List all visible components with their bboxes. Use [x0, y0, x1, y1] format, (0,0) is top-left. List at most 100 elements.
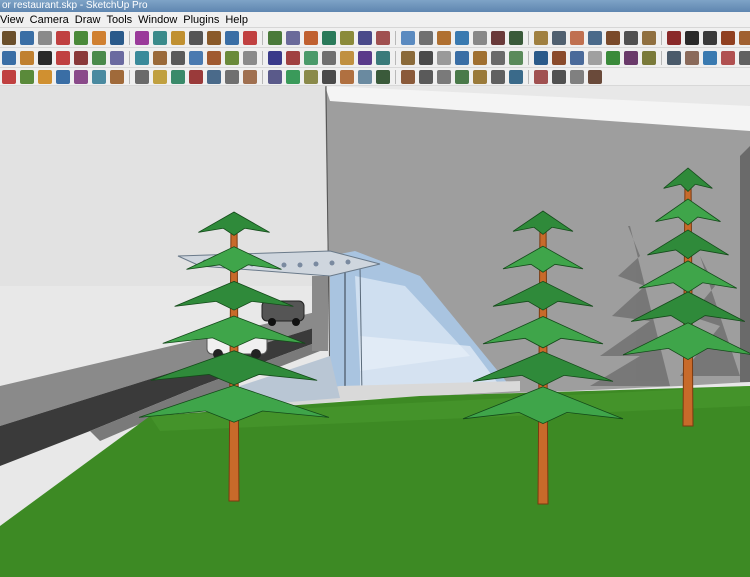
tool-icon[interactable] — [376, 50, 390, 65]
tool-icon[interactable] — [376, 30, 390, 45]
tool-icon[interactable] — [135, 69, 149, 84]
tool-icon[interactable] — [304, 69, 318, 84]
tool-icon[interactable] — [401, 50, 415, 65]
tool-icon[interactable] — [437, 69, 451, 84]
tool-icon[interactable] — [552, 69, 566, 84]
menu-view[interactable]: View — [0, 12, 29, 27]
menu-plugins[interactable]: Plugins — [182, 12, 224, 27]
tool-icon[interactable] — [739, 30, 750, 45]
tool-icon[interactable] — [570, 30, 584, 45]
tool-icon[interactable] — [419, 50, 433, 65]
tool-icon[interactable] — [534, 30, 548, 45]
tool-icon[interactable] — [491, 50, 505, 65]
tool-icon[interactable] — [243, 69, 257, 84]
tool-icon[interactable] — [703, 30, 717, 45]
tool-icon[interactable] — [92, 69, 106, 84]
tool-icon[interactable] — [268, 69, 282, 84]
tool-icon[interactable] — [509, 30, 523, 45]
tool-icon[interactable] — [20, 50, 34, 65]
tool-icon[interactable] — [286, 50, 300, 65]
tool-icon[interactable] — [171, 69, 185, 84]
tool-icon[interactable] — [401, 69, 415, 84]
tool-icon[interactable] — [473, 30, 487, 45]
tool-icon[interactable] — [437, 30, 451, 45]
menu-tools[interactable]: Tools — [105, 12, 137, 27]
tool-icon[interactable] — [243, 50, 257, 65]
tool-icon[interactable] — [642, 50, 656, 65]
tool-icon[interactable] — [721, 30, 735, 45]
tool-icon[interactable] — [135, 30, 149, 45]
tool-icon[interactable] — [171, 50, 185, 65]
tool-icon[interactable] — [473, 50, 487, 65]
tool-icon[interactable] — [38, 30, 52, 45]
tool-icon[interactable] — [56, 30, 70, 45]
tool-icon[interactable] — [509, 50, 523, 65]
tool-icon[interactable] — [304, 50, 318, 65]
menu-camera[interactable]: Camera — [29, 12, 74, 27]
tool-icon[interactable] — [491, 30, 505, 45]
tool-icon[interactable] — [189, 50, 203, 65]
model-viewport[interactable] — [0, 86, 750, 577]
tool-icon[interactable] — [207, 50, 221, 65]
tool-icon[interactable] — [534, 50, 548, 65]
tool-icon[interactable] — [455, 50, 469, 65]
tool-icon[interactable] — [2, 69, 16, 84]
tool-icon[interactable] — [2, 50, 16, 65]
tool-icon[interactable] — [552, 50, 566, 65]
tool-icon[interactable] — [268, 50, 282, 65]
tool-icon[interactable] — [570, 69, 584, 84]
tool-icon[interactable] — [401, 30, 415, 45]
tool-icon[interactable] — [110, 50, 124, 65]
tool-icon[interactable] — [721, 50, 735, 65]
tool-icon[interactable] — [207, 69, 221, 84]
tool-icon[interactable] — [588, 69, 602, 84]
menu-help[interactable]: Help — [224, 12, 253, 27]
tool-icon[interactable] — [20, 30, 34, 45]
tool-icon[interactable] — [491, 69, 505, 84]
tool-icon[interactable] — [243, 30, 257, 45]
tool-icon[interactable] — [340, 69, 354, 84]
tool-icon[interactable] — [38, 69, 52, 84]
tool-icon[interactable] — [437, 50, 451, 65]
tool-icon[interactable] — [685, 50, 699, 65]
scene-canvas[interactable] — [0, 86, 750, 577]
tool-icon[interactable] — [606, 30, 620, 45]
tool-icon[interactable] — [74, 30, 88, 45]
tool-icon[interactable] — [358, 30, 372, 45]
tool-icon[interactable] — [153, 69, 167, 84]
tool-icon[interactable] — [322, 50, 336, 65]
tool-icon[interactable] — [419, 30, 433, 45]
tool-icon[interactable] — [624, 30, 638, 45]
tool-icon[interactable] — [642, 30, 656, 45]
tool-icon[interactable] — [135, 50, 149, 65]
tool-icon[interactable] — [286, 69, 300, 84]
tool-icon[interactable] — [74, 50, 88, 65]
tool-icon[interactable] — [153, 50, 167, 65]
tool-icon[interactable] — [110, 69, 124, 84]
tool-icon[interactable] — [225, 30, 239, 45]
tool-icon[interactable] — [20, 69, 34, 84]
tool-icon[interactable] — [358, 50, 372, 65]
tool-icon[interactable] — [56, 50, 70, 65]
tool-icon[interactable] — [189, 69, 203, 84]
tool-icon[interactable] — [322, 69, 336, 84]
tool-icon[interactable] — [92, 30, 106, 45]
tool-icon[interactable] — [509, 69, 523, 84]
tool-icon[interactable] — [534, 69, 548, 84]
tool-icon[interactable] — [74, 69, 88, 84]
tool-icon[interactable] — [153, 30, 167, 45]
tool-icon[interactable] — [56, 69, 70, 84]
tool-icon[interactable] — [570, 50, 584, 65]
tool-icon[interactable] — [606, 50, 620, 65]
tool-icon[interactable] — [207, 30, 221, 45]
tool-icon[interactable] — [667, 50, 681, 65]
tool-icon[interactable] — [340, 30, 354, 45]
tool-icon[interactable] — [358, 69, 372, 84]
tool-icon[interactable] — [624, 50, 638, 65]
tool-icon[interactable] — [376, 69, 390, 84]
tool-icon[interactable] — [552, 30, 566, 45]
tool-icon[interactable] — [703, 50, 717, 65]
tool-icon[interactable] — [455, 69, 469, 84]
tool-icon[interactable] — [304, 30, 318, 45]
tool-icon[interactable] — [667, 30, 681, 45]
